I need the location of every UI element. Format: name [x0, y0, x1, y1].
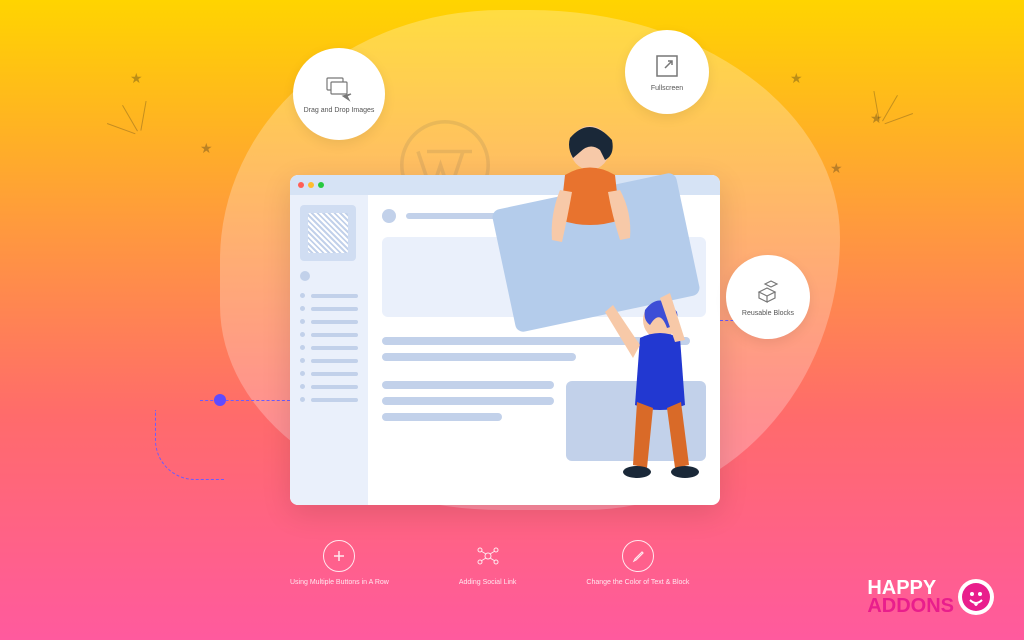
feature-label: Drag and Drop Images [304, 107, 375, 115]
fullscreen-icon [652, 51, 682, 81]
feature-drag-drop: Drag and Drop Images [293, 48, 385, 140]
sidebar-thumbnail [300, 205, 356, 261]
plus-icon [323, 540, 355, 572]
person-bottom-illustration [605, 290, 715, 500]
feature-label: Reusable Blocks [742, 310, 794, 318]
images-icon [324, 73, 354, 103]
network-icon [472, 540, 504, 572]
logo-face-icon [958, 579, 994, 615]
star-icon: ★ [790, 70, 803, 87]
feature-multiple-buttons: Using Multiple Buttons in A Row [290, 540, 389, 587]
feature-reusable-blocks: Reusable Blocks [726, 255, 810, 339]
feature-change-color: Change the Color of Text & Block [586, 540, 689, 587]
feature-fullscreen: Fullscreen [625, 30, 709, 114]
sparkle-burst [100, 95, 180, 175]
feature-label: Fullscreen [651, 85, 683, 93]
feature-social-link: Adding Social Link [459, 540, 517, 587]
sparkle-burst [840, 85, 920, 165]
happy-addons-logo: HAPPY ADDONS [867, 579, 994, 615]
star-icon: ★ [130, 70, 143, 87]
window-min-dot [308, 182, 314, 188]
path-node [214, 394, 226, 406]
bottom-feature-row: Using Multiple Buttons in A Row Adding S… [290, 540, 689, 587]
blocks-icon [753, 276, 783, 306]
dashed-connector [155, 410, 225, 480]
star-icon: ★ [200, 140, 213, 157]
window-close-dot [298, 182, 304, 188]
person-top-illustration [540, 120, 640, 260]
window-max-dot [318, 182, 324, 188]
editor-sidebar [290, 195, 368, 505]
eyedropper-icon [622, 540, 654, 572]
